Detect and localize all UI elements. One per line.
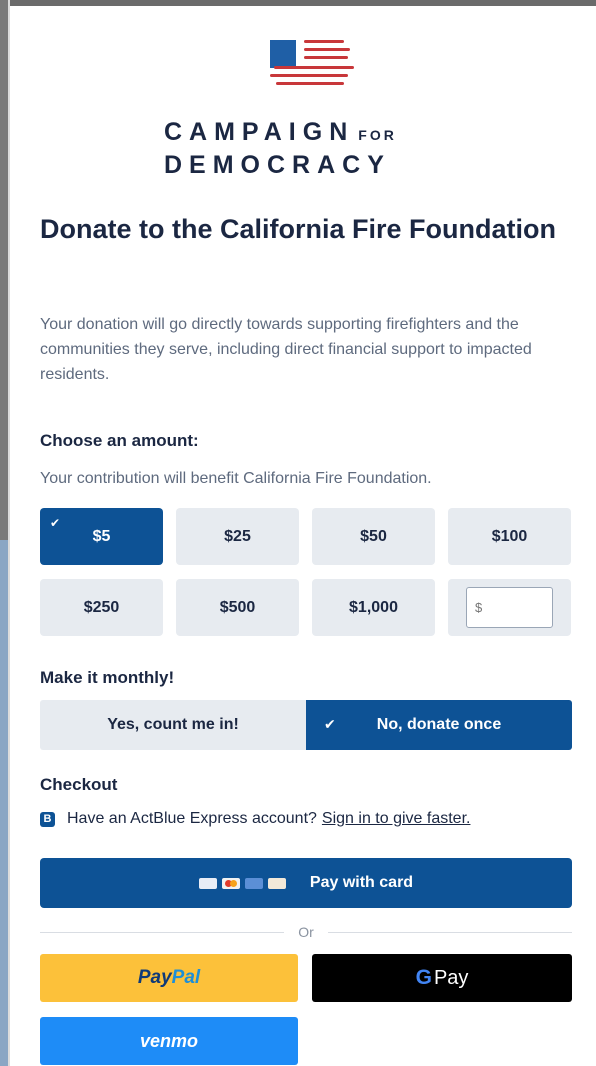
page-description: Your donation will go directly towards s… [40,316,532,383]
logo-stripe [304,40,344,43]
monthly-yes-button[interactable]: Yes, count me in! [40,700,306,750]
mastercard-icon [221,877,240,889]
google-pay-button[interactable]: G Pay [312,954,572,1002]
monthly-no-button[interactable]: ✔ No, donate once [306,700,572,750]
monthly-heading: Make it monthly! [40,668,175,687]
paypal-logo-part1: Pay [137,967,172,988]
flag-logo-icon [260,32,356,100]
venmo-button[interactable]: venmo [40,1017,298,1065]
or-divider: Or [40,922,572,942]
check-icon: ✔ [50,516,61,530]
amex-icon [244,877,263,889]
visa-icon [198,877,217,889]
check-icon: ✔ [324,716,336,732]
amount-button-1000[interactable]: $1,000 [312,579,435,636]
venmo-label: venmo [139,1030,199,1051]
window-left-border [0,0,8,540]
logo-stripe [304,56,348,59]
actblue-express-prompt: B Have an ActBlue Express account? Sign … [40,810,470,828]
paypal-logo-part2: Pal [171,967,201,988]
donation-form: CAMPAIGN FOR DEMOCRACY Donate to the Cali… [10,6,596,1066]
checkout-heading: Checkout [40,775,118,794]
amount-button-50[interactable]: $50 [312,508,435,565]
card-icons [198,877,286,889]
brand-democracy: DEMOCRACY [164,151,391,179]
brand-wordmark: CAMPAIGN FOR DEMOCRACY [164,118,464,180]
amount-button-5[interactable]: ✔ $5 [40,508,163,565]
logo-stripe [304,48,350,51]
brand-campaign: CAMPAIGN [164,118,355,146]
discover-icon [267,877,286,889]
monthly-toggle: Yes, count me in! ✔ No, donate once [40,700,572,750]
actblue-icon: B [40,811,55,827]
pay-with-card-button[interactable]: Pay with card [40,858,572,908]
other-amount-cell [448,579,571,636]
amount-button-100[interactable]: $100 [448,508,571,565]
logo-stripe [270,74,348,77]
brand-for: FOR [358,127,397,143]
page-title: Donate to the California Fire Foundation [40,214,556,244]
pay-with-card-label: Pay with card [309,874,414,891]
paypal-button[interactable]: Pay Pal [40,954,298,1002]
other-amount-input[interactable] [466,587,553,628]
or-label: Or [298,924,314,940]
logo-stripe [276,82,344,85]
amount-button-25[interactable]: $25 [176,508,299,565]
amount-heading: Choose an amount: [40,431,199,450]
sign-in-link[interactable]: Sign in to give faster. [322,810,471,828]
logo-square [270,40,296,68]
amount-button-500[interactable]: $500 [176,579,299,636]
amount-subtext: Your contribution will benefit Californi… [40,470,432,487]
logo-stripe [274,66,354,69]
amount-button-250[interactable]: $250 [40,579,163,636]
window-left-border-lower [0,540,8,1066]
google-g-icon: G [415,966,432,989]
express-text: Have an ActBlue Express account? [67,810,317,827]
google-pay-label: Pay [433,966,469,989]
